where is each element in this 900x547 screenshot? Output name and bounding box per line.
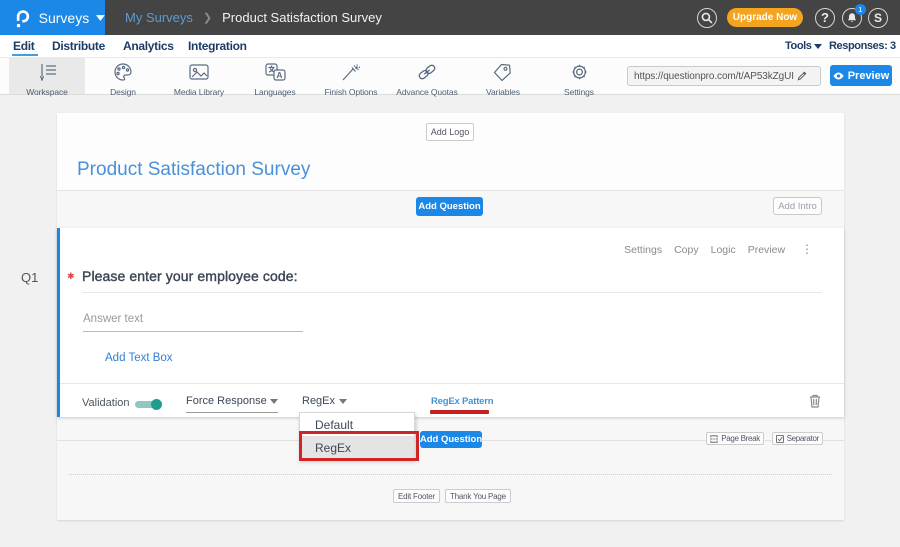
svg-text:A: A <box>276 70 282 80</box>
